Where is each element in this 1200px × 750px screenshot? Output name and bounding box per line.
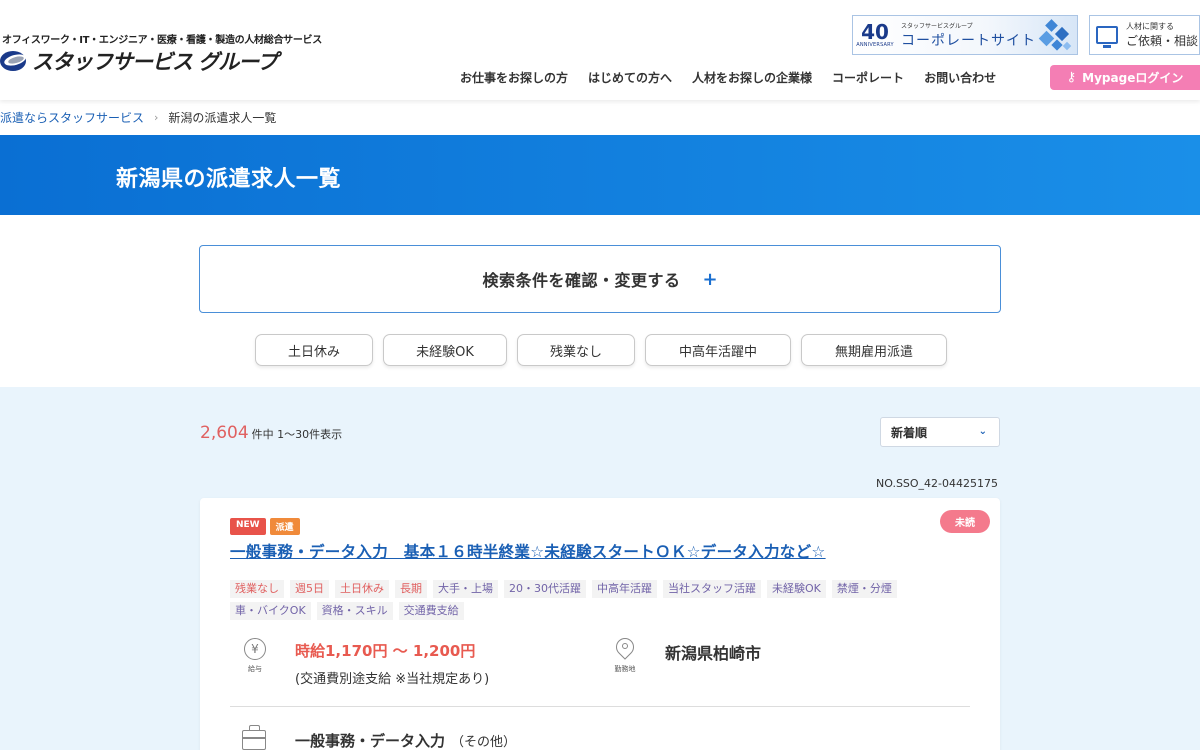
- sort-select-value: 新着順: [891, 425, 928, 440]
- nav-corporate[interactable]: コーポレート: [832, 69, 904, 86]
- chip-weekends-off[interactable]: 土日休み: [255, 334, 373, 366]
- page-title: 新潟県の派遣求人一覧: [116, 167, 342, 192]
- global-nav: お仕事をお探しの方 はじめての方へ 人材をお探しの企業様 コーポレート お問い合…: [450, 69, 1006, 86]
- cubes-graphic-icon: [1027, 19, 1073, 53]
- monitor-icon: [1096, 26, 1118, 48]
- briefcase-icon: [242, 725, 266, 750]
- location-field: 勤務地: [600, 634, 650, 674]
- location-pin-icon: [612, 634, 638, 660]
- corporate-banner-brand: スタッフサービスグループ: [901, 22, 973, 30]
- mypage-login-button[interactable]: ⚷ Mypageログイン: [1050, 65, 1200, 90]
- chevron-down-icon: ⌄: [978, 426, 987, 437]
- salary-value: 時給1,170円 〜 1,200円: [295, 642, 476, 660]
- chip-no-overtime[interactable]: 残業なし: [517, 334, 635, 366]
- chevron-right-icon: ›: [154, 111, 159, 124]
- logo[interactable]: スタッフサービス グループ: [0, 46, 278, 76]
- job-tag: 資格・スキル: [316, 602, 393, 620]
- nav-contact[interactable]: お問い合わせ: [924, 69, 996, 86]
- anniversary-badge: 40 ANNIVERSARY: [853, 16, 897, 54]
- job-occupation: 一般事務・データ入力 （その他）: [230, 725, 970, 750]
- job-tag: 土日休み: [335, 580, 389, 598]
- salary-caption: 給与: [248, 665, 262, 673]
- job-tag: 車・バイクOK: [230, 602, 311, 620]
- yen-icon: ¥: [244, 638, 266, 660]
- new-badge: NEW: [230, 518, 266, 535]
- job-badges: NEW 派遣: [230, 518, 304, 535]
- chip-indefinite-dispatch[interactable]: 無期雇用派遣: [801, 334, 947, 366]
- location-value: 新潟県柏崎市: [665, 644, 762, 663]
- nav-job-seekers[interactable]: お仕事をお探しの方: [460, 69, 568, 86]
- corporate-banner-title: コーポレートサイト: [901, 32, 1036, 49]
- plus-icon: +: [702, 268, 718, 290]
- logo-text: スタッフサービス グループ: [32, 50, 278, 74]
- logo-mark-icon: [0, 49, 30, 73]
- request-consult-button[interactable]: 人材に関する ご依頼・相談: [1089, 15, 1200, 55]
- sort-select[interactable]: 新着順 ⌄: [880, 417, 1000, 447]
- location-caption: 勤務地: [614, 665, 636, 673]
- job-tag: 週5日: [290, 580, 329, 598]
- chip-no-experience[interactable]: 未経験OK: [383, 334, 507, 366]
- salary-field: ¥ 給与: [230, 638, 280, 674]
- nav-first-time[interactable]: はじめての方へ: [588, 69, 672, 86]
- job-tag: 当社スタッフ活躍: [663, 580, 761, 598]
- chip-middle-aged[interactable]: 中高年活躍中: [645, 334, 791, 366]
- breadcrumb: 派遣ならスタッフサービス › 新潟の派遣求人一覧: [0, 109, 276, 126]
- job-tag: 20・30代活躍: [504, 580, 586, 598]
- job-tag: 長期: [395, 580, 427, 598]
- job-tag: 交通費支給: [398, 602, 464, 620]
- search-conditions-label: 検索条件を確認・変更する: [482, 271, 681, 290]
- anniversary-number: 40: [861, 20, 889, 44]
- key-icon: ⚷: [1066, 70, 1077, 85]
- mypage-login-label: Mypageログイン: [1082, 71, 1184, 85]
- result-count: 2,604 件中 1〜30件表示: [200, 423, 342, 443]
- job-title-link[interactable]: 一般事務・データ入力 基本１６時半終業☆未経験スタートＯＫ☆データ入力など☆: [230, 540, 826, 562]
- occupation-value: 一般事務・データ入力: [295, 732, 446, 750]
- job-tag: 禁煙・分煙: [831, 580, 897, 598]
- unread-badge: 未読: [940, 510, 990, 533]
- job-tag: 大手・上場: [433, 580, 498, 598]
- nav-companies[interactable]: 人材をお探しの企業様: [692, 69, 812, 86]
- occupation-sub: （その他）: [451, 735, 517, 750]
- request-main-label: ご依頼・相談: [1126, 34, 1199, 48]
- job-number: NO.SSO_42-04425175: [876, 477, 999, 490]
- anniversary-label: ANNIVERSARY: [856, 42, 894, 48]
- job-tags: 残業なし 週5日 土日休み 長期 大手・上場 20・30代活躍 中高年活躍 当社スタッフ活躍未…: [230, 580, 970, 624]
- result-count-number: 2,604: [200, 423, 249, 443]
- tagline: オフィスワーク・IT・エンジニア・医療・看護・製造の人材総合サービス: [2, 35, 322, 46]
- job-tag: 未経験OK: [767, 580, 826, 598]
- divider: [230, 706, 970, 707]
- request-small-label: 人材に関する: [1126, 22, 1174, 31]
- hero-banner: 新潟県の派遣求人一覧: [0, 135, 1200, 215]
- job-tag: 残業なし: [230, 580, 284, 598]
- dispatch-badge: 派遣: [269, 518, 300, 535]
- breadcrumb-current: 新潟の派遣求人一覧: [168, 111, 277, 125]
- quick-filter-chips: 土日休み 未経験OK 残業なし 中高年活躍中 無期雇用派遣: [255, 334, 957, 366]
- job-tag: 中高年活躍: [592, 580, 657, 598]
- site-header: オフィスワーク・IT・エンジニア・医療・看護・製造の人材総合サービス スタッフサ…: [0, 0, 1200, 100]
- breadcrumb-home[interactable]: 派遣ならスタッフサービス: [0, 109, 144, 126]
- result-count-text: 件中 1〜30件表示: [251, 428, 343, 441]
- corporate-site-banner[interactable]: 40 ANNIVERSARY スタッフサービスグループ コーポレートサイト: [852, 15, 1078, 55]
- salary-note: (交通費別途支給 ※当社規定あり): [295, 672, 490, 687]
- job-salary-location: ¥ 給与 時給1,170円 〜 1,200円 (交通費別途支給 ※当社規定あり)…: [230, 634, 970, 706]
- search-conditions-toggle[interactable]: 検索条件を確認・変更する +: [199, 245, 1001, 313]
- job-card: NEW 派遣 未読 一般事務・データ入力 基本１６時半終業☆未経験スタートＯＫ☆…: [200, 498, 1000, 750]
